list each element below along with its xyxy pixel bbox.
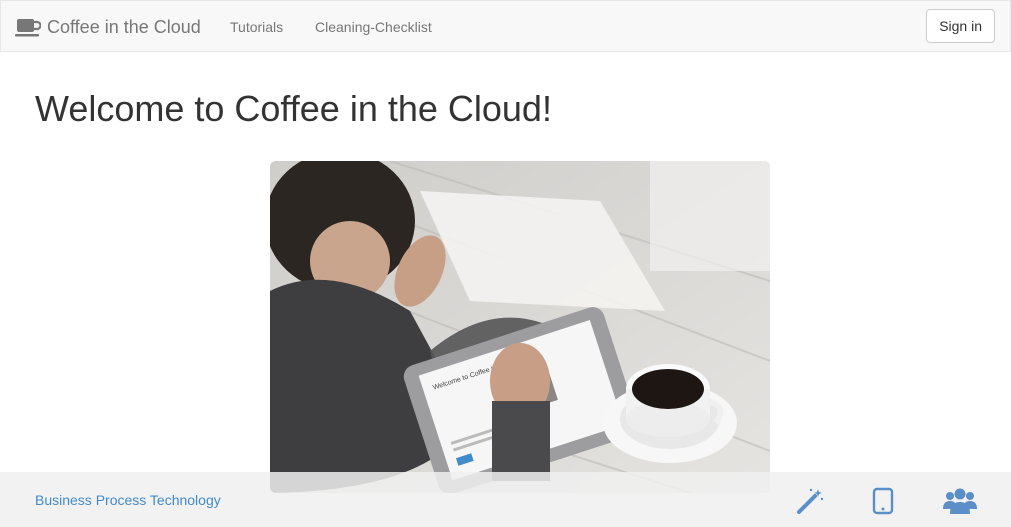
tablet-icon[interactable] (868, 486, 898, 516)
business-process-technology-link[interactable]: Business Process Technology (35, 472, 221, 527)
nav-link-tutorials[interactable]: Tutorials (230, 1, 283, 53)
hero-image: Welcome to Coffee in the Cloud! (270, 161, 770, 493)
users-icon[interactable] (942, 486, 978, 516)
coffee-cup-icon (15, 16, 42, 38)
sign-in-button[interactable]: Sign in (926, 9, 995, 43)
nav-link-cleaning-checklist[interactable]: Cleaning-Checklist (315, 1, 432, 53)
footer: Business Process Technology (0, 472, 1011, 527)
navbar: Coffee in the Cloud Tutorials Cleaning-C… (0, 0, 1011, 52)
brand-link[interactable]: Coffee in the Cloud (15, 1, 201, 53)
page-title: Welcome to Coffee in the Cloud! (35, 88, 552, 129)
brand-text: Coffee in the Cloud (47, 16, 201, 37)
magic-wand-icon[interactable] (795, 486, 825, 516)
